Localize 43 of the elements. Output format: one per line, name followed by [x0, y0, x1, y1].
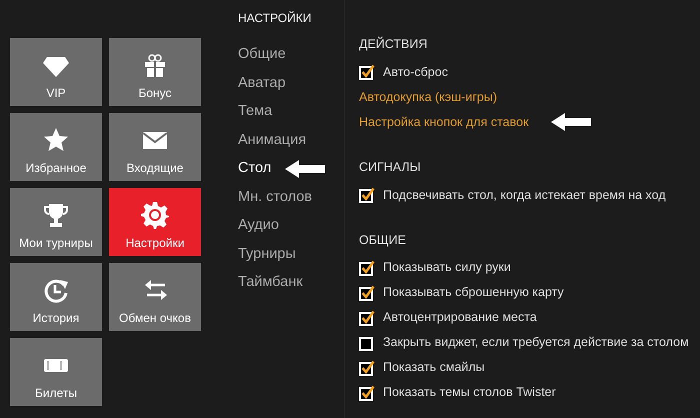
checkbox[interactable] [359, 384, 375, 401]
settings-icon [141, 201, 169, 229]
star-icon [42, 126, 70, 154]
section-title: НАСТРОЙКИ [238, 10, 312, 27]
nav-item[interactable]: Тема [228, 101, 272, 124]
checkbox-label: Авто-сброс [383, 64, 448, 81]
checkbox[interactable] [359, 284, 375, 301]
settings-link[interactable]: Автодокупка (кэш-игры) [359, 88, 497, 107]
section-heading: ОБЩИЕ [359, 232, 406, 248]
menu-tile[interactable]: Бонус [109, 38, 201, 106]
nav-item[interactable]: Анимация [228, 130, 306, 152]
checkbox[interactable] [359, 334, 375, 351]
checkbox-label: Закрыть виджет, если требуется действие за столом [383, 334, 689, 352]
section-heading: СИГНАЛЫ [359, 158, 421, 176]
menu-tile[interactable]: Мои турниры [10, 188, 102, 256]
checkbox-label: Подсвечивать стол, когда истекает время на ход [383, 186, 666, 204]
trophy-icon [42, 201, 70, 229]
settings-link[interactable]: Настройка кнопок для ставок [359, 112, 529, 132]
menu-tile[interactable]: История [10, 263, 102, 331]
checkbox[interactable] [359, 360, 375, 376]
menu-tile[interactable]: Избранное [10, 113, 102, 181]
menu-tile[interactable]: VIP [10, 38, 102, 106]
nav-item[interactable]: Таймбанк [228, 272, 303, 294]
menu-tile[interactable]: Обмен очков [109, 263, 201, 331]
nav-item[interactable]: Общие [228, 44, 286, 66]
menu-tile[interactable]: Настройки [109, 188, 201, 256]
checkbox-label: Показывать силу руки [383, 259, 511, 276]
checkbox[interactable] [359, 187, 375, 203]
checkbox[interactable] [359, 260, 375, 276]
checkbox-label: Показать темы столов Twister [383, 384, 556, 402]
checkbox[interactable] [359, 310, 375, 326]
checkbox-label: Показать смайлы [383, 359, 485, 376]
checkbox-label: Автоцентрирование места [383, 309, 537, 326]
menu-tile[interactable]: Билеты [10, 338, 102, 406]
nav-item[interactable]: Стол [228, 158, 272, 180]
nav-item[interactable]: Турниры [228, 244, 296, 266]
nav-item[interactable]: Аватар [228, 72, 286, 95]
checkbox[interactable] [359, 64, 375, 80]
menu-tile[interactable]: Входящие [109, 113, 201, 181]
nav-item[interactable]: Мн. столов [228, 186, 312, 209]
nav-item[interactable]: Аудио [228, 215, 279, 238]
checkbox-label: Показывать сброшенную карту [383, 284, 564, 302]
section-heading: ДЕЙСТВИЯ [359, 36, 428, 53]
